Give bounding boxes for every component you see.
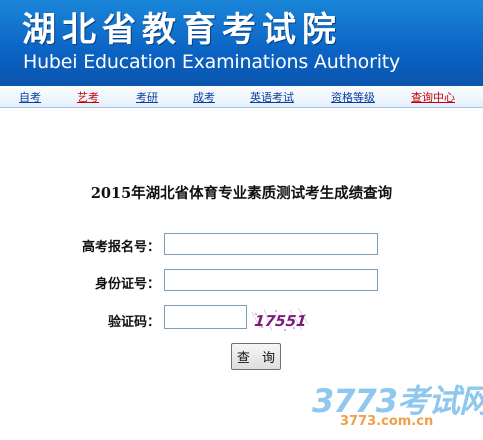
- nav-bar: 自考 艺考 考研 成考 英语考试 资格等级 查询中心: [0, 86, 483, 108]
- captcha-image[interactable]: 17551: [250, 306, 310, 334]
- site-header: 湖北省教育考试院 Hubei Education Examinations Au…: [0, 0, 483, 86]
- captcha-text: 17551: [253, 312, 307, 330]
- captcha-label: 验证码：: [107, 315, 160, 330]
- id-number-input[interactable]: [164, 269, 378, 291]
- captcha-input[interactable]: [164, 305, 247, 329]
- exam-number-input[interactable]: [164, 233, 378, 255]
- site-title: 湖北省教育考试院: [22, 10, 342, 50]
- nav-link-query-center[interactable]: 查询中心: [411, 89, 455, 105]
- nav-link-qualification[interactable]: 资格等级: [331, 89, 375, 105]
- watermark: 3773考试网 3773.com.cn: [312, 376, 483, 436]
- watermark-domain: 3773.com.cn: [340, 414, 434, 429]
- form-title: 2015年湖北省体育专业素质测试考生成绩查询: [90, 185, 393, 202]
- nav-link-kaoyan[interactable]: 考研: [136, 89, 158, 105]
- nav-link-zikao[interactable]: 自考: [19, 89, 41, 105]
- site-subtitle: Hubei Education Examinations Authority: [23, 51, 401, 73]
- exam-number-label: 高考报名号：: [81, 240, 160, 255]
- nav-link-english-exam[interactable]: 英语考试: [250, 89, 294, 105]
- nav-link-chengkao[interactable]: 成考: [193, 89, 215, 105]
- nav-link-yikao[interactable]: 艺考: [77, 89, 99, 105]
- id-number-label: 身份证号：: [94, 277, 160, 292]
- query-button[interactable]: 查 询: [231, 343, 281, 370]
